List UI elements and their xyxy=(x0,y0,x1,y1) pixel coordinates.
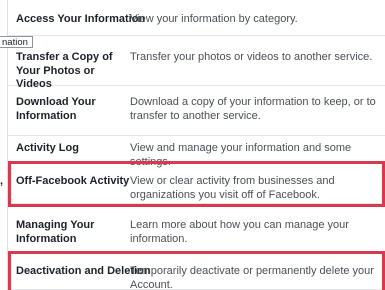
cropped-edge-text: , xyxy=(0,175,4,187)
row-description: Temporarily deactivate or permanently de… xyxy=(130,265,374,290)
settings-row-activity-log[interactable]: Activity Log View and manage your inform… xyxy=(8,136,385,168)
settings-row-transfer-copy[interactable]: Transfer a Copy of Your Photos or Videos… xyxy=(8,36,385,90)
your-facebook-information-panel: Access Your Information View your inform… xyxy=(7,0,385,290)
settings-row-managing-your-information[interactable]: Managing Your Information Learn more abo… xyxy=(8,204,385,254)
settings-row-off-facebook-activity[interactable]: Off-Facebook Activity View or clear acti… xyxy=(8,164,385,204)
row-title: Download Your Information xyxy=(16,96,96,122)
row-title: Off-Facebook Activity xyxy=(16,175,130,187)
row-description: Learn more about how you can manage your… xyxy=(130,219,349,245)
settings-page: Access Your Information View your inform… xyxy=(0,0,385,290)
row-title: Managing Your Information xyxy=(16,219,95,245)
row-description: View or clear activity from businesses a… xyxy=(130,175,335,201)
settings-row-download-your-information[interactable]: Download Your Information Download a cop… xyxy=(8,86,385,136)
settings-row-deactivation-and-deletion[interactable]: Deactivation and Deletion Temporarily de… xyxy=(8,254,385,290)
row-title: Access Your Information xyxy=(16,13,146,25)
row-description: Transfer your photos or videos to anothe… xyxy=(130,51,373,63)
row-title: Activity Log xyxy=(16,142,79,154)
truncated-tooltip: nation xyxy=(0,36,33,48)
row-description: View your information by category. xyxy=(130,13,298,25)
row-title: Deactivation and Deletion xyxy=(16,265,151,277)
settings-row-access-your-information[interactable]: Access Your Information View your inform… xyxy=(8,0,385,36)
row-description: Download a copy of your information to k… xyxy=(130,96,376,122)
